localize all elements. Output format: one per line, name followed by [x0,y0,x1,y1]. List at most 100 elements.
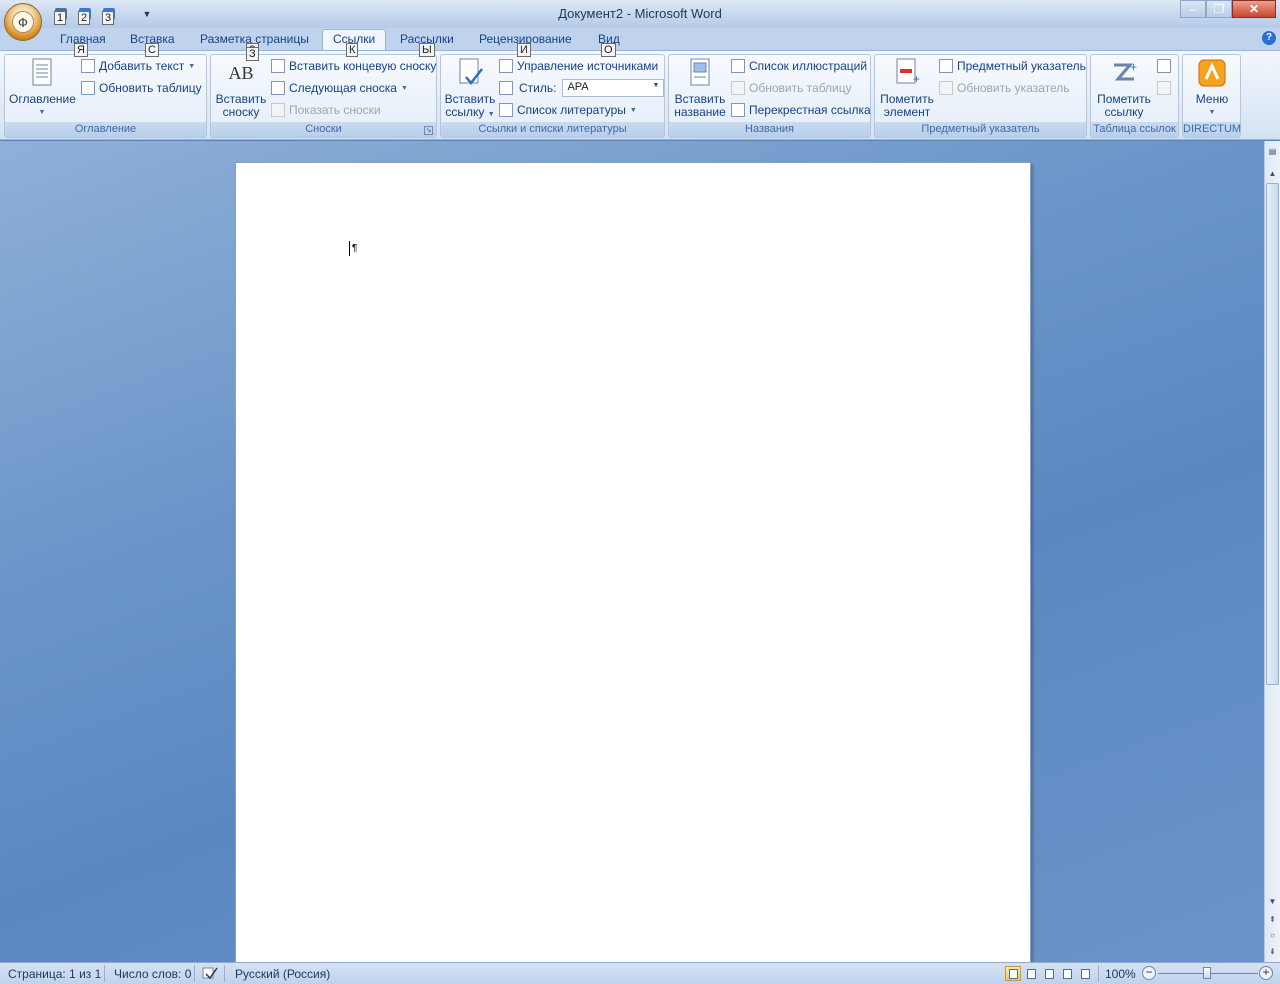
chevron-down-icon: ▼ [38,109,46,116]
scroll-down-icon[interactable]: ▼ [1265,895,1280,909]
directum-menu-button[interactable]: Меню ▼ [1185,57,1239,119]
ribbon: Оглавление ▼ Добавить текст ▼ Обновить т… [0,47,1280,140]
table-of-figures-icon [731,59,745,73]
zoom-slider-thumb[interactable] [1203,967,1211,979]
keytip-references: К [346,43,359,57]
vertical-scrollbar[interactable]: ▤ ▲ ▼ ⇞ ○ ⇟ [1264,141,1280,962]
bibliography-button[interactable]: Список литературы ▼ [499,101,637,119]
insert-citation-icon [454,57,486,89]
web-layout-icon [1045,969,1054,979]
ruler-toggle-icon[interactable]: ▤ [1265,145,1280,159]
paragraph-mark: ¶ [352,243,358,254]
directum-logo-icon [1196,57,1228,89]
endnote-icon [271,59,285,73]
outline-view-button[interactable] [1059,966,1075,981]
draft-view-button[interactable] [1077,966,1093,981]
cross-reference-button[interactable]: Перекрестная ссылка [731,101,871,119]
help-icon[interactable]: ? [1262,31,1276,45]
group-authorities-label: Таблица ссылок [1091,122,1178,137]
full-screen-reading-button[interactable] [1023,966,1039,981]
table-of-figures-button[interactable]: Список иллюстраций [731,57,867,75]
chevron-down-icon: ▼ [629,106,637,114]
keytip-mailings: Ы [419,43,435,57]
insert-citation-button[interactable]: Вставить ссылку ▼ [443,57,497,121]
toc-button[interactable]: Оглавление ▼ [9,57,76,119]
keytip-home: Я [74,43,88,57]
group-authorities: + Пометить ссылку Таблица ссылок [1090,54,1179,138]
document-page[interactable]: ¶ [235,162,1031,962]
insert-index-label: Предметный указатель [957,59,1086,73]
bibliography-icon [499,103,513,117]
keytip-footnote: З [246,47,259,61]
manage-sources-icon [499,59,513,73]
show-notes-icon [271,103,285,117]
add-text-button[interactable]: Добавить текст ▼ [81,57,195,75]
status-divider [1098,965,1099,982]
zoom-out-button[interactable]: − [1142,966,1156,980]
style-dropdown[interactable]: APA ▼ [562,79,665,97]
word-count[interactable]: Число слов: 0 [114,967,191,981]
full-screen-reading-icon [1027,969,1036,979]
scroll-thumb[interactable] [1266,183,1279,685]
insert-caption-label-1: Вставить [674,92,726,106]
page-counter[interactable]: Страница: 1 из 1 [8,967,101,981]
previous-page-icon[interactable]: ⇞ [1265,913,1280,927]
mark-entry-button[interactable]: + Пометить элемент [877,57,937,119]
ribbon-tabs: Главная Вставка Разметка страницы Ссылки… [0,28,1280,51]
svg-text:+: + [913,72,920,86]
insert-index-button[interactable]: Предметный указатель [939,57,1086,75]
status-bar: Страница: 1 из 1 Число слов: 0 Русский (… [0,962,1280,984]
cross-reference-icon [731,103,745,117]
update-figures-table-button[interactable]: Обновить таблицу [731,79,852,97]
chevron-down-icon: ▼ [487,111,495,118]
print-layout-view-button[interactable] [1005,966,1021,981]
group-footnotes-label: Сноски [211,122,436,137]
mark-citation-label-2: ссылку [1104,105,1144,119]
insert-caption-button[interactable]: Вставить название [671,57,729,119]
update-index-button[interactable]: Обновить указатель [939,79,1070,97]
restore-button[interactable]: ❐ [1206,0,1232,18]
next-page-icon[interactable]: ⇟ [1265,945,1280,959]
scroll-up-icon[interactable]: ▲ [1265,167,1280,181]
keytip-review: И [517,43,531,57]
bibliography-label: Список литературы [517,103,626,117]
keytip-save: 1 [54,11,67,25]
insert-citation-label-2: ссылку [445,105,485,119]
web-layout-button[interactable] [1041,966,1057,981]
close-button[interactable]: ✕ [1232,0,1276,18]
manage-sources-button[interactable]: Управление источниками [499,57,658,75]
mark-citation-icon: + [1108,57,1140,89]
mark-citation-label-1: Пометить [1097,92,1151,106]
style-value: APA [567,81,589,93]
chevron-down-icon: ▼ [400,84,408,92]
next-footnote-button[interactable]: Следующая сноска ▼ [271,79,408,97]
update-table-button[interactable]: Обновить таблицу [81,79,202,97]
draft-icon [1081,969,1090,979]
insert-endnote-button[interactable]: Вставить концевую сноску [271,57,436,75]
status-divider [104,965,105,982]
group-toc: Оглавление ▼ Добавить текст ▼ Обновить т… [4,54,207,138]
group-directum-label: DIRECTUM [1183,122,1242,137]
minimize-button[interactable]: – [1180,0,1206,18]
update-figures-table-label: Обновить таблицу [749,81,852,95]
next-footnote-icon [271,81,285,95]
mark-entry-label-2: элемент [883,105,931,119]
insert-table-of-authorities-button[interactable] [1157,57,1171,75]
zoom-in-button[interactable]: + [1259,966,1273,980]
mark-citation-button[interactable]: + Пометить ссылку [1093,57,1155,119]
office-button[interactable]: Ф [4,3,42,41]
insert-footnote-button[interactable]: AB Вставить сноску [213,57,269,119]
toc-icon [26,57,58,89]
show-notes-button[interactable]: Показать сноски [271,101,381,119]
update-table-of-authorities-button[interactable] [1157,79,1171,97]
footnote-icon-text: AB [228,63,254,83]
spellcheck-icon[interactable] [202,965,218,984]
dialog-launcher-icon[interactable]: ↘ [424,126,433,135]
group-captions: Вставить название Список иллюстраций Обн… [668,54,871,138]
group-toc-label: Оглавление [5,122,206,137]
zoom-level[interactable]: 100% [1105,967,1136,981]
language-indicator[interactable]: Русский (Россия) [235,967,330,981]
select-browse-object-icon[interactable]: ○ [1265,929,1280,943]
document-area: ¶ [0,141,1264,962]
group-citations-label: Ссылки и списки литературы [441,122,664,137]
